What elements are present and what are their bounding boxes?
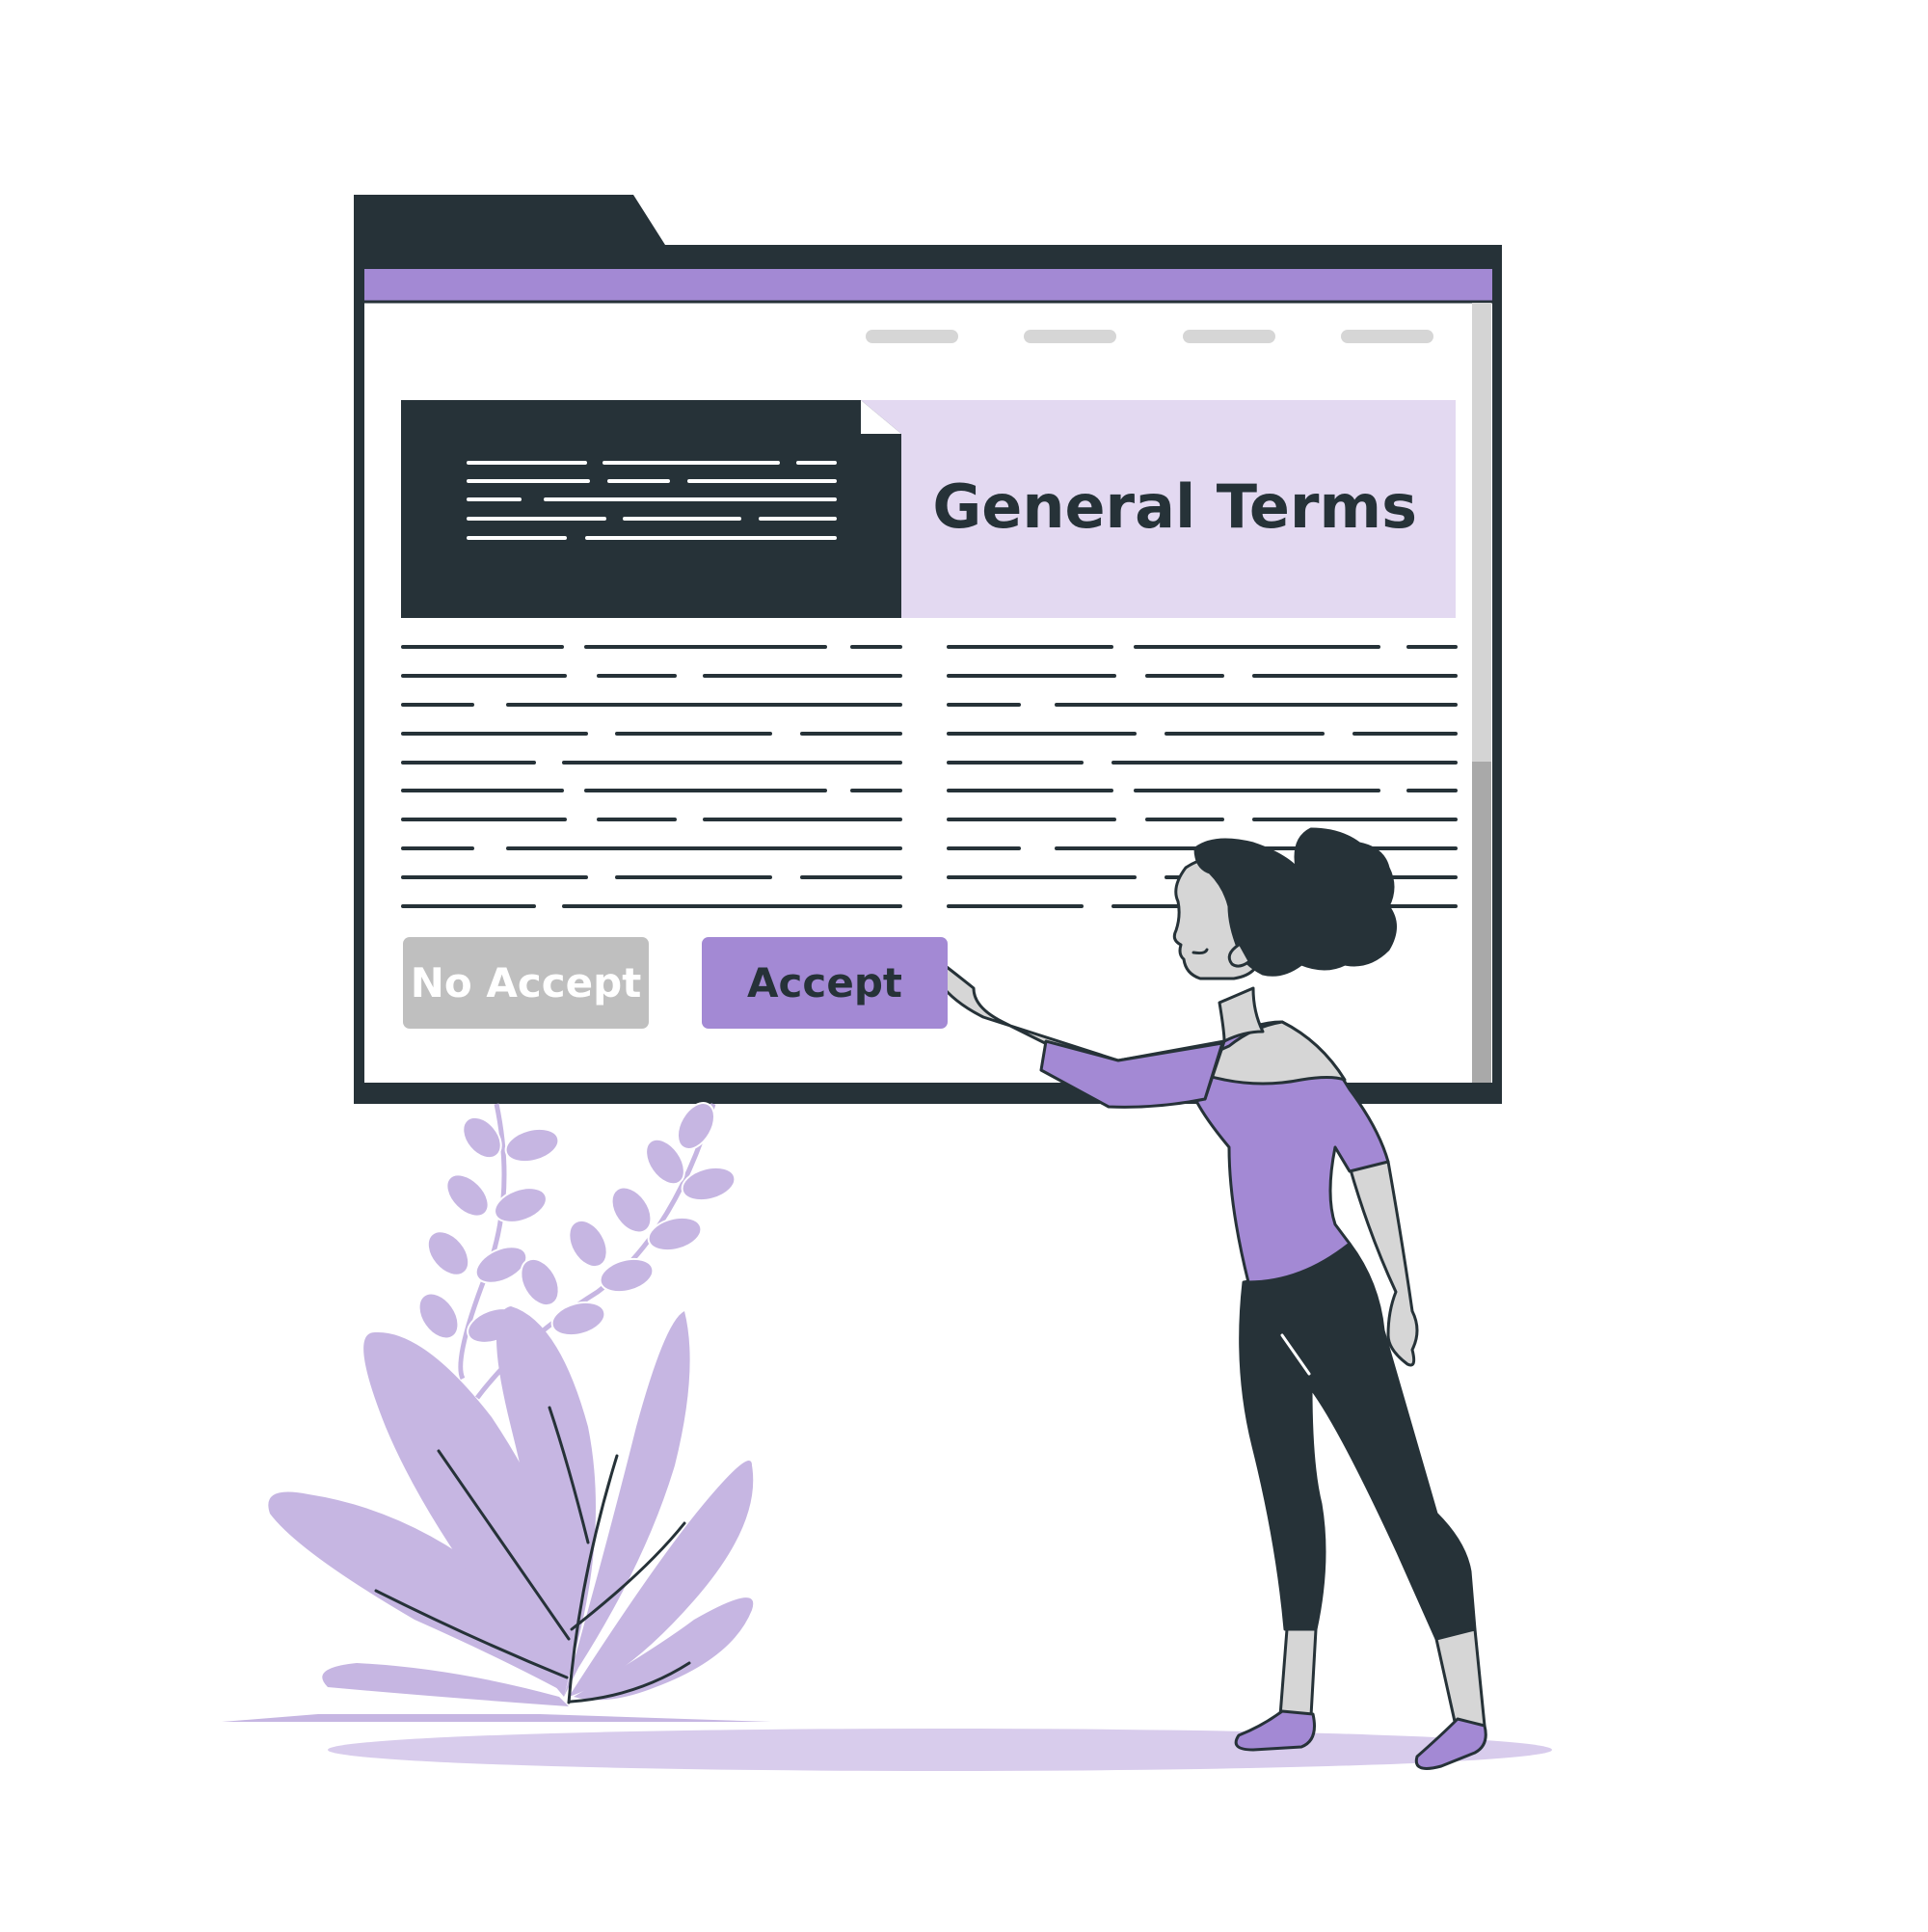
header-banner-dark (401, 400, 901, 618)
nav-pill-4[interactable] (1341, 330, 1433, 343)
nav-pill-1[interactable] (866, 330, 958, 343)
no-accept-button[interactable]: No Accept (403, 937, 649, 1029)
terms-title: General Terms (932, 470, 1417, 542)
scene-svg (222, 195, 1552, 1771)
title-bar (364, 269, 1492, 301)
plant-ground-line (222, 1714, 771, 1722)
plant (268, 1102, 754, 1706)
accept-button[interactable]: Accept (702, 937, 948, 1029)
illustration (0, 0, 1928, 1928)
nav-pill-3[interactable] (1183, 330, 1275, 343)
scrollbar-thumb[interactable] (1472, 762, 1491, 1083)
nav-pill-2[interactable] (1024, 330, 1116, 343)
ground-shadow (328, 1729, 1552, 1771)
